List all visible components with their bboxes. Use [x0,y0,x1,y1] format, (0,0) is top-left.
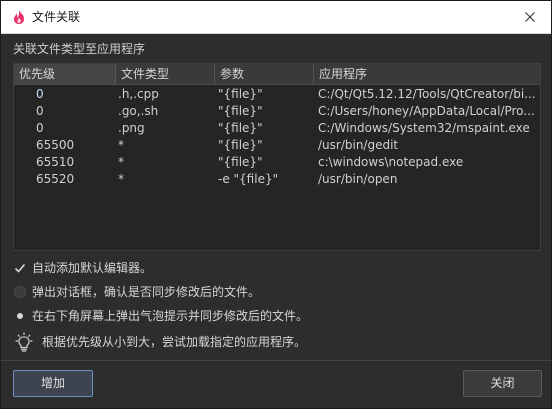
cell-arguments: "{file}" [218,104,263,118]
footer-divider [1,360,551,361]
cell-file-type: .go,.sh [118,104,159,118]
cell-priority: 65520 [36,172,75,186]
cell-application: C:/Users/honey/AppData/Local/Pro... [318,104,535,118]
cell-priority: 65510 [36,155,75,169]
cell-arguments: "{file}" [218,87,263,101]
header-priority[interactable]: 优先级 [14,64,116,84]
cell-file-type: * [118,155,124,169]
lightbulb-icon [15,332,33,352]
table-row[interactable]: 0 .h,.cpp "{file}" C:/Qt/Qt5.12.12/Tools… [14,86,540,103]
window-close-button[interactable] [517,5,543,29]
cell-file-type: .h,.cpp [118,87,159,101]
window-title: 文件关联 [32,10,81,24]
table-row[interactable]: 65500 * "{file}" /usr/bin/gedit [14,137,540,154]
cell-application: C:/Windows/System32/mspaint.exe [318,121,530,135]
header-file-type[interactable]: 文件类型 [116,64,215,84]
header-application[interactable]: 应用程序 [314,64,540,84]
auto-add-editor-label: 自动添加默认编辑器。 [32,261,153,275]
table-header: 优先级 文件类型 参数 应用程序 [14,64,540,85]
cell-application: c:\windows\notepad.exe [318,155,464,169]
cell-priority: 0 [36,121,44,135]
priority-tip-text: 根据优先级从小到大，尝试加载指定的应用程序。 [42,335,307,349]
cell-application: C:/Qt/Qt5.12.12/Tools/QtCreator/bi... [318,87,536,101]
checkmark-icon [14,263,26,273]
cell-arguments: "{file}" [218,138,263,152]
table-row[interactable]: 0 .go,.sh "{file}" C:/Users/honey/AppDat… [14,103,540,120]
cell-priority: 0 [36,104,44,118]
table-row[interactable]: 0 .png "{file}" C:/Windows/System32/mspa… [14,120,540,137]
file-association-dialog: 文件关联 关联文件类型至应用程序 优先级 文件类型 参数 应用程序 0 .h,.… [0,0,552,409]
close-icon [525,12,535,22]
cell-priority: 0 [36,87,44,101]
bubble-tip-label: 在右下角屏幕上弹出气泡提示并同步修改后的文件。 [32,309,309,323]
table-row[interactable]: 65520 * -e "{file}" /usr/bin/open [14,171,540,188]
close-button[interactable]: 关闭 [463,370,542,397]
cell-priority: 65500 [36,138,75,152]
cell-arguments: -e "{file}" [218,172,279,186]
association-group-label: 关联文件类型至应用程序 [13,42,146,56]
radio-unselected-icon [14,286,26,298]
app-logo-icon [14,10,24,24]
add-button[interactable]: 增加 [13,370,93,397]
association-table[interactable]: 优先级 文件类型 参数 应用程序 0 .h,.cpp "{file}" C:/Q… [13,63,541,251]
cell-file-type: .png [118,121,145,135]
cell-file-type: * [118,138,124,152]
radio-selected-icon [17,313,23,319]
title-bar[interactable]: 文件关联 [1,1,551,34]
cell-arguments: "{file}" [218,121,263,135]
cell-arguments: "{file}" [218,155,263,169]
header-arguments[interactable]: 参数 [215,64,314,84]
cell-file-type: * [118,172,124,186]
cell-application: /usr/bin/open [318,172,398,186]
popup-dialog-label: 弹出对话框，确认是否同步修改后的文件。 [32,285,261,299]
cell-application: /usr/bin/gedit [318,138,399,152]
table-row[interactable]: 65510 * "{file}" c:\windows\notepad.exe [14,154,540,171]
